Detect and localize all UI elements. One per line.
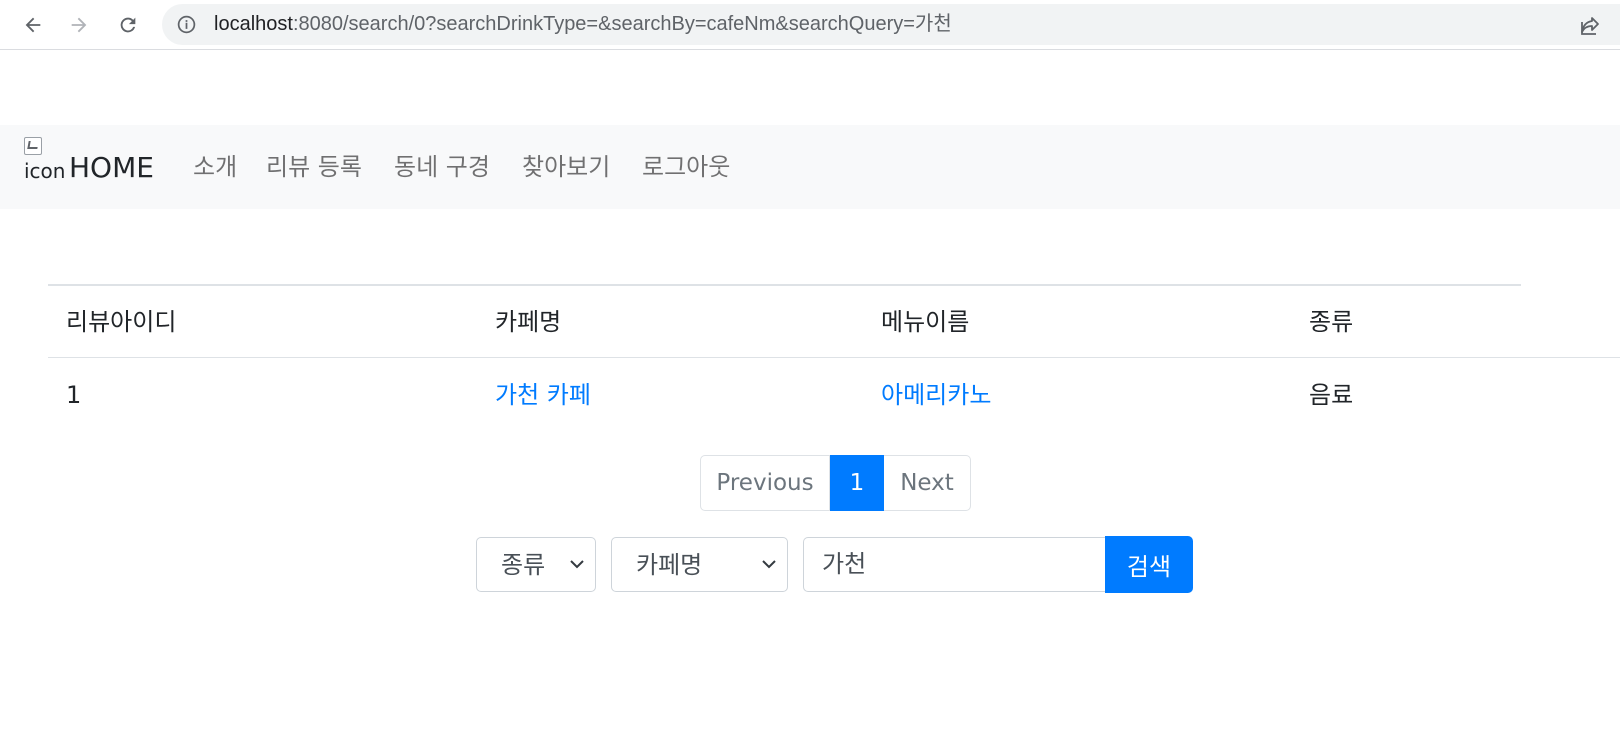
nav-link-browse[interactable]: 찾아보기 <box>522 151 610 183</box>
chevron-down-icon <box>570 560 584 569</box>
pagination-previous-button[interactable]: Previous <box>700 455 830 511</box>
cell-menu-name-link[interactable]: 아메리카노 <box>881 379 991 411</box>
url-path: :8080/search/0?searchDrinkType=&searchBy… <box>292 13 952 35</box>
nav-link-intro[interactable]: 소개 <box>193 151 237 183</box>
broken-image-icon <box>24 137 42 155</box>
pagination: Previous 1 Next <box>700 455 971 511</box>
column-header-review-id: 리뷰아이디 <box>66 308 177 336</box>
chevron-down-icon <box>762 560 776 569</box>
nav-link-logout[interactable]: 로그아웃 <box>642 151 730 183</box>
search-by-select[interactable]: 카페명 <box>611 537 788 592</box>
column-header-menu-name: 메뉴이름 <box>881 308 970 336</box>
address-bar[interactable]: localhost:8080/search/0?searchDrinkType=… <box>162 4 1620 45</box>
brand-logo-alt-text: icon <box>24 159 66 183</box>
search-button[interactable]: 검색 <box>1105 536 1193 593</box>
table-top-border <box>48 284 1521 286</box>
search-query-input[interactable]: 가천 <box>803 537 1105 592</box>
column-header-type: 종류 <box>1309 308 1354 336</box>
cell-type: 음료 <box>1309 381 1354 409</box>
nav-link-review-register[interactable]: 리뷰 등록 <box>266 151 362 183</box>
browser-toolbar: localhost:8080/search/0?searchDrinkType=… <box>0 0 1620 50</box>
search-by-selected-value: 카페명 <box>636 551 703 579</box>
reload-icon[interactable] <box>113 10 143 40</box>
drink-type-selected-value: 종류 <box>501 551 546 579</box>
site-info-icon[interactable] <box>176 14 197 35</box>
share-icon[interactable] <box>1578 14 1602 38</box>
drink-type-select[interactable]: 종류 <box>476 537 596 592</box>
column-header-cafe-name: 카페명 <box>495 308 562 336</box>
url-text[interactable]: localhost:8080/search/0?searchDrinkType=… <box>214 4 952 45</box>
navbar: icon HOME 소개 리뷰 등록 동네 구경 찾아보기 로그아웃 <box>0 125 1620 209</box>
cell-review-id: 1 <box>66 381 82 409</box>
brand-home-link[interactable]: HOME <box>69 151 154 185</box>
pagination-next-button[interactable]: Next <box>884 455 971 511</box>
brand-logo-image[interactable]: icon <box>24 137 70 193</box>
nav-link-neighborhood[interactable]: 동네 구경 <box>394 151 490 183</box>
url-host: localhost <box>214 13 293 35</box>
back-icon[interactable] <box>18 10 48 40</box>
forward-icon[interactable] <box>64 10 94 40</box>
cell-cafe-name-link[interactable]: 가천 카페 <box>495 379 591 411</box>
table-header-divider <box>48 357 1620 358</box>
pagination-page-1[interactable]: 1 <box>830 455 884 511</box>
